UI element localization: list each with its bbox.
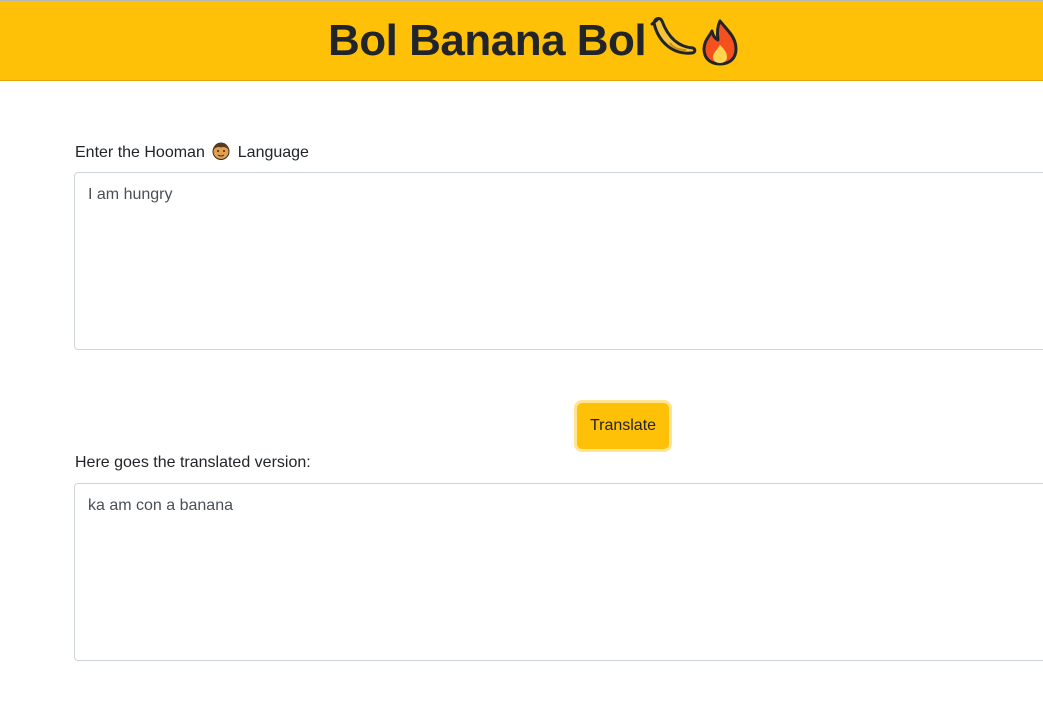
input-label-text: Enter the Hooman	[75, 144, 205, 161]
output-textarea-value: ka am con a banana	[88, 497, 233, 514]
page-title-text: Bol Banana Bol	[328, 16, 647, 65]
output-textarea[interactable]: ka am con a banana	[74, 483, 1043, 661]
banana-icon	[648, 15, 698, 67]
app-header: Bol Banana Bol	[0, 0, 1043, 81]
input-label-suffix: Language	[237, 144, 309, 161]
output-label: Here goes the translated version:	[75, 454, 311, 471]
input-label: Enter the Hooman Language	[75, 141, 309, 163]
page-title: Bol Banana Bol	[328, 15, 740, 67]
input-textarea[interactable]: I am hungry	[74, 172, 1043, 350]
fire-icon	[700, 15, 740, 67]
person-face-icon	[211, 141, 231, 161]
translate-button[interactable]: Translate	[577, 403, 669, 449]
input-textarea-value: I am hungry	[88, 186, 173, 203]
